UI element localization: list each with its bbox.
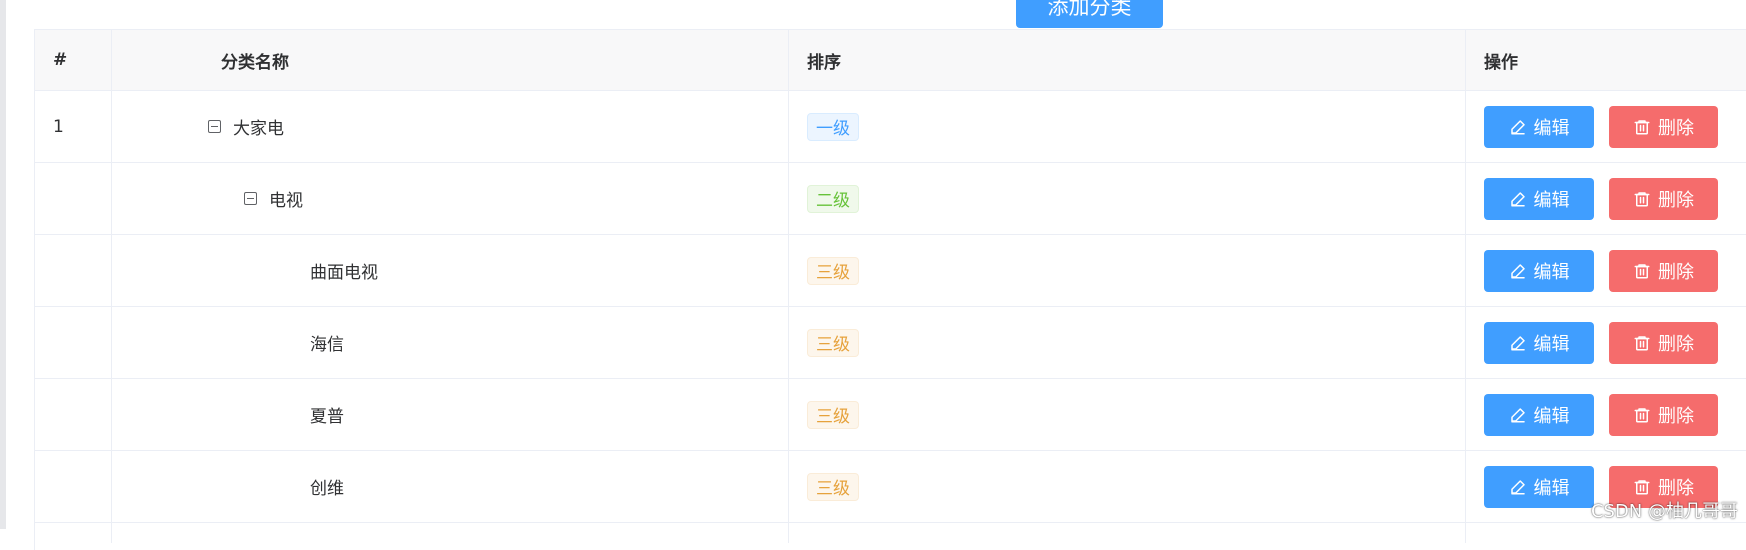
page-left-border (0, 0, 6, 529)
edit-icon (1509, 262, 1534, 280)
delete-button[interactable]: 删除 (1609, 322, 1718, 364)
row-name-cell: 大家电 (112, 91, 789, 162)
table-row: 夏普 三级 编辑 删除 (35, 379, 1746, 451)
edit-button[interactable]: 编辑 (1484, 106, 1594, 148)
row-name-cell: 创维 (112, 451, 789, 522)
trash-icon (1633, 118, 1658, 136)
table-row-partial (35, 523, 1746, 543)
row-actions-cell: 编辑 删除 (1466, 307, 1746, 378)
level-tag: 一级 (807, 113, 859, 141)
edit-label: 编辑 (1534, 114, 1570, 140)
collapse-toggle-icon[interactable] (244, 192, 257, 205)
edit-icon (1509, 190, 1534, 208)
delete-label: 删除 (1658, 330, 1694, 356)
edit-label: 编辑 (1534, 474, 1570, 500)
category-name: 夏普 (310, 402, 344, 427)
category-name: 创维 (310, 474, 344, 499)
delete-button[interactable]: 删除 (1609, 250, 1718, 292)
row-actions-cell: 编辑 删除 (1466, 379, 1746, 450)
edit-icon (1509, 118, 1534, 136)
trash-icon (1633, 406, 1658, 424)
table-row: 曲面电视 三级 编辑 删除 (35, 235, 1746, 307)
delete-button[interactable]: 删除 (1609, 394, 1718, 436)
edit-button[interactable]: 编辑 (1484, 178, 1594, 220)
header-name: 分类名称 (112, 30, 789, 90)
header-actions: 操作 (1466, 30, 1746, 90)
delete-label: 删除 (1658, 402, 1694, 428)
delete-button[interactable]: 删除 (1609, 106, 1718, 148)
header-index: # (35, 30, 112, 90)
table-row: 海信 三级 编辑 删除 (35, 307, 1746, 379)
trash-icon (1633, 262, 1658, 280)
table-row: 创维 三级 编辑 删除 (35, 451, 1746, 523)
row-sort-cell: 二级 (789, 163, 1466, 234)
category-name: 大家电 (233, 114, 284, 139)
edit-button[interactable]: 编辑 (1484, 466, 1594, 508)
delete-button[interactable]: 删除 (1609, 178, 1718, 220)
level-tag: 三级 (807, 257, 859, 285)
row-index (35, 307, 112, 378)
row-name-cell: 夏普 (112, 379, 789, 450)
row-name-cell: 海信 (112, 307, 789, 378)
row-sort-cell: 三级 (789, 379, 1466, 450)
edit-label: 编辑 (1534, 258, 1570, 284)
delete-label: 删除 (1658, 474, 1694, 500)
add-category-button[interactable]: 添加分类 (1016, 0, 1163, 28)
row-name-cell: 曲面电视 (112, 235, 789, 306)
row-index (35, 235, 112, 306)
edit-button[interactable]: 编辑 (1484, 322, 1594, 364)
category-name: 电视 (269, 186, 303, 211)
row-actions-cell: 编辑 删除 (1466, 163, 1746, 234)
level-tag: 三级 (807, 401, 859, 429)
table-row: 1 大家电 一级 编辑 删除 (35, 91, 1746, 163)
edit-icon (1509, 478, 1534, 496)
table-row: 电视 二级 编辑 删除 (35, 163, 1746, 235)
row-sort-cell: 三级 (789, 307, 1466, 378)
table-header-row: # 分类名称 排序 操作 (35, 30, 1746, 91)
row-sort-cell: 一级 (789, 91, 1466, 162)
category-name: 曲面电视 (310, 258, 378, 283)
row-index (35, 451, 112, 522)
category-table: # 分类名称 排序 操作 1大家电一级编辑删除电视二级编辑删除曲面电视三级编辑删… (34, 29, 1746, 550)
edit-icon (1509, 334, 1534, 352)
row-index (35, 379, 112, 450)
edit-button[interactable]: 编辑 (1484, 250, 1594, 292)
edit-label: 编辑 (1534, 186, 1570, 212)
category-name: 海信 (310, 330, 344, 355)
level-tag: 三级 (807, 473, 859, 501)
row-actions-cell: 编辑 删除 (1466, 91, 1746, 162)
level-tag: 二级 (807, 185, 859, 213)
header-sort: 排序 (789, 30, 1466, 90)
edit-button[interactable]: 编辑 (1484, 394, 1594, 436)
delete-label: 删除 (1658, 258, 1694, 284)
row-name-cell: 电视 (112, 163, 789, 234)
csdn-watermark: CSDN @柚几哥哥 (1591, 497, 1738, 523)
trash-icon (1633, 190, 1658, 208)
trash-icon (1633, 334, 1658, 352)
row-sort-cell: 三级 (789, 451, 1466, 522)
edit-label: 编辑 (1534, 330, 1570, 356)
delete-label: 删除 (1658, 114, 1694, 140)
delete-label: 删除 (1658, 186, 1694, 212)
row-actions-cell: 编辑 删除 (1466, 235, 1746, 306)
level-tag: 三级 (807, 329, 859, 357)
collapse-toggle-icon[interactable] (208, 120, 221, 133)
row-index: 1 (35, 91, 112, 162)
row-sort-cell: 三级 (789, 235, 1466, 306)
edit-icon (1509, 406, 1534, 424)
row-index (35, 163, 112, 234)
edit-label: 编辑 (1534, 402, 1570, 428)
trash-icon (1633, 478, 1658, 496)
